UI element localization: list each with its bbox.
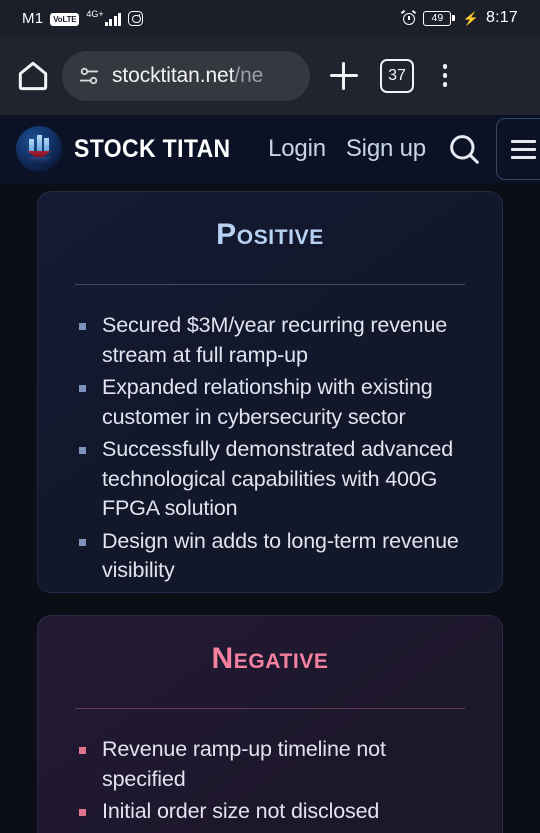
- brand-logo-link[interactable]: STOCK TITAN: [16, 126, 244, 172]
- network-type-label: 4G+: [86, 9, 104, 19]
- site-settings-icon[interactable]: [78, 65, 100, 87]
- url-text: stocktitan.net/ne: [112, 64, 263, 88]
- positive-bullet-list: Secured $3M/year recurring revenue strea…: [76, 311, 472, 586]
- signal-bars-icon: [104, 12, 122, 26]
- page-content: Positive Secured $3M/year recurring reve…: [0, 183, 540, 833]
- brand-name: STOCK TITAN: [74, 134, 231, 163]
- site-header: STOCK TITAN Login Sign up: [0, 115, 540, 183]
- positive-card-title: Positive: [216, 218, 324, 251]
- url-path: /ne: [234, 63, 264, 87]
- positive-card: Positive Secured $3M/year recurring reve…: [37, 191, 503, 593]
- battery-percent-label: 49: [431, 11, 444, 24]
- negative-card-divider: [75, 708, 465, 709]
- header-nav: Login Sign up: [268, 135, 426, 163]
- clock-label: 8:17: [486, 9, 518, 26]
- list-item: Design win adds to long-term revenue vis…: [76, 527, 472, 586]
- list-item: Secured $3M/year recurring revenue strea…: [76, 311, 472, 370]
- status-bar-right: 49 ⚡ 8:17: [401, 9, 518, 26]
- carrier-label: M1: [22, 10, 44, 27]
- list-item: Expanded relationship with existing cust…: [76, 373, 472, 432]
- signup-link[interactable]: Sign up: [346, 135, 426, 163]
- status-bar-left: M1 VoLTE 4G+: [22, 9, 144, 27]
- browser-toolbar: stocktitan.net/ne 37: [0, 36, 540, 115]
- url-bar[interactable]: stocktitan.net/ne: [62, 50, 310, 101]
- login-link[interactable]: Login: [268, 135, 326, 163]
- status-bar: M1 VoLTE 4G+ 49 ⚡ 8:17: [0, 0, 540, 36]
- instagram-icon: [128, 11, 144, 26]
- volte-badge: VoLTE: [50, 12, 80, 26]
- list-item: Successfully demonstrated advanced techn…: [76, 435, 472, 524]
- negative-bullet-list: Revenue ramp-up timeline not specified I…: [76, 735, 472, 827]
- new-tab-icon[interactable]: [324, 56, 364, 96]
- three-dot-menu-icon[interactable]: [430, 64, 460, 87]
- negative-card-title: Negative: [211, 642, 329, 675]
- stock-titan-logo-icon: [16, 126, 62, 172]
- home-icon[interactable]: [14, 57, 52, 95]
- charging-bolt-icon: ⚡: [462, 10, 480, 26]
- list-item: Initial order size not disclosed: [76, 797, 472, 827]
- hamburger-menu-icon[interactable]: [495, 118, 540, 180]
- positive-card-divider: [75, 284, 465, 285]
- negative-card: Negative Revenue ramp-up timeline not sp…: [37, 615, 503, 833]
- list-item: Revenue ramp-up timeline not specified: [76, 735, 472, 794]
- battery-indicator: 49: [423, 10, 455, 26]
- network-indicator: 4G+: [86, 9, 122, 26]
- url-host: stocktitan.net: [112, 63, 235, 87]
- tab-count-button[interactable]: 37: [380, 58, 414, 93]
- alarm-clock-icon: [401, 9, 417, 26]
- search-icon[interactable]: [444, 129, 484, 169]
